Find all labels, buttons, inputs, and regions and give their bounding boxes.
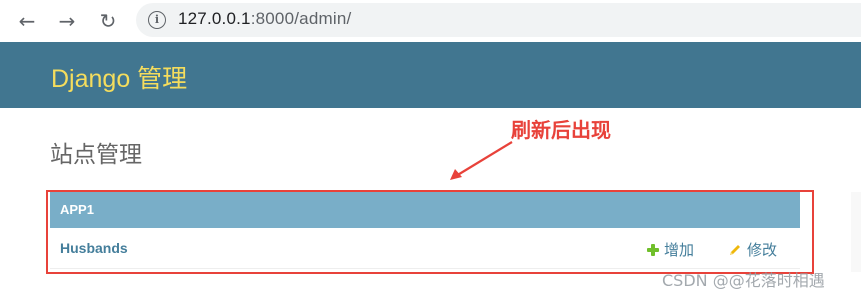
annotation-label: 刷新后出现 (511, 118, 611, 142)
forward-icon[interactable]: → (54, 8, 80, 34)
info-icon[interactable]: i (148, 11, 166, 29)
browser-toolbar: ← → ↻ i 127.0.0.1:8000/admin/ (0, 0, 861, 42)
plus-icon (647, 244, 659, 256)
add-link[interactable]: 增加 (647, 239, 694, 260)
app-caption[interactable]: APP1 (50, 192, 800, 228)
annotation-arrow-icon (450, 141, 513, 180)
url-path: :8000/admin/ (250, 9, 352, 28)
scroll-edge (851, 192, 861, 272)
page-title: 站点管理 (50, 141, 142, 167)
site-header: Django 管理 (0, 42, 861, 108)
app-module: APP1 Husbands 增加 修改 (50, 192, 800, 269)
address-bar[interactable]: i 127.0.0.1:8000/admin/ (136, 3, 861, 37)
change-link[interactable]: 修改 (728, 239, 777, 260)
reload-icon[interactable]: ↻ (95, 8, 121, 34)
change-label: 修改 (747, 241, 778, 259)
pencil-icon (730, 245, 740, 255)
model-row: Husbands 增加 修改 (50, 228, 800, 269)
add-label: 增加 (664, 241, 695, 259)
model-link-husbands[interactable]: Husbands (60, 240, 128, 256)
url-text[interactable]: 127.0.0.1:8000/admin/ (178, 9, 351, 29)
url-host: 127.0.0.1 (178, 9, 251, 28)
watermark: CSDN @@花落时相遇 (662, 271, 825, 290)
site-branding[interactable]: Django 管理 (51, 59, 187, 95)
back-icon[interactable]: ← (14, 8, 40, 34)
